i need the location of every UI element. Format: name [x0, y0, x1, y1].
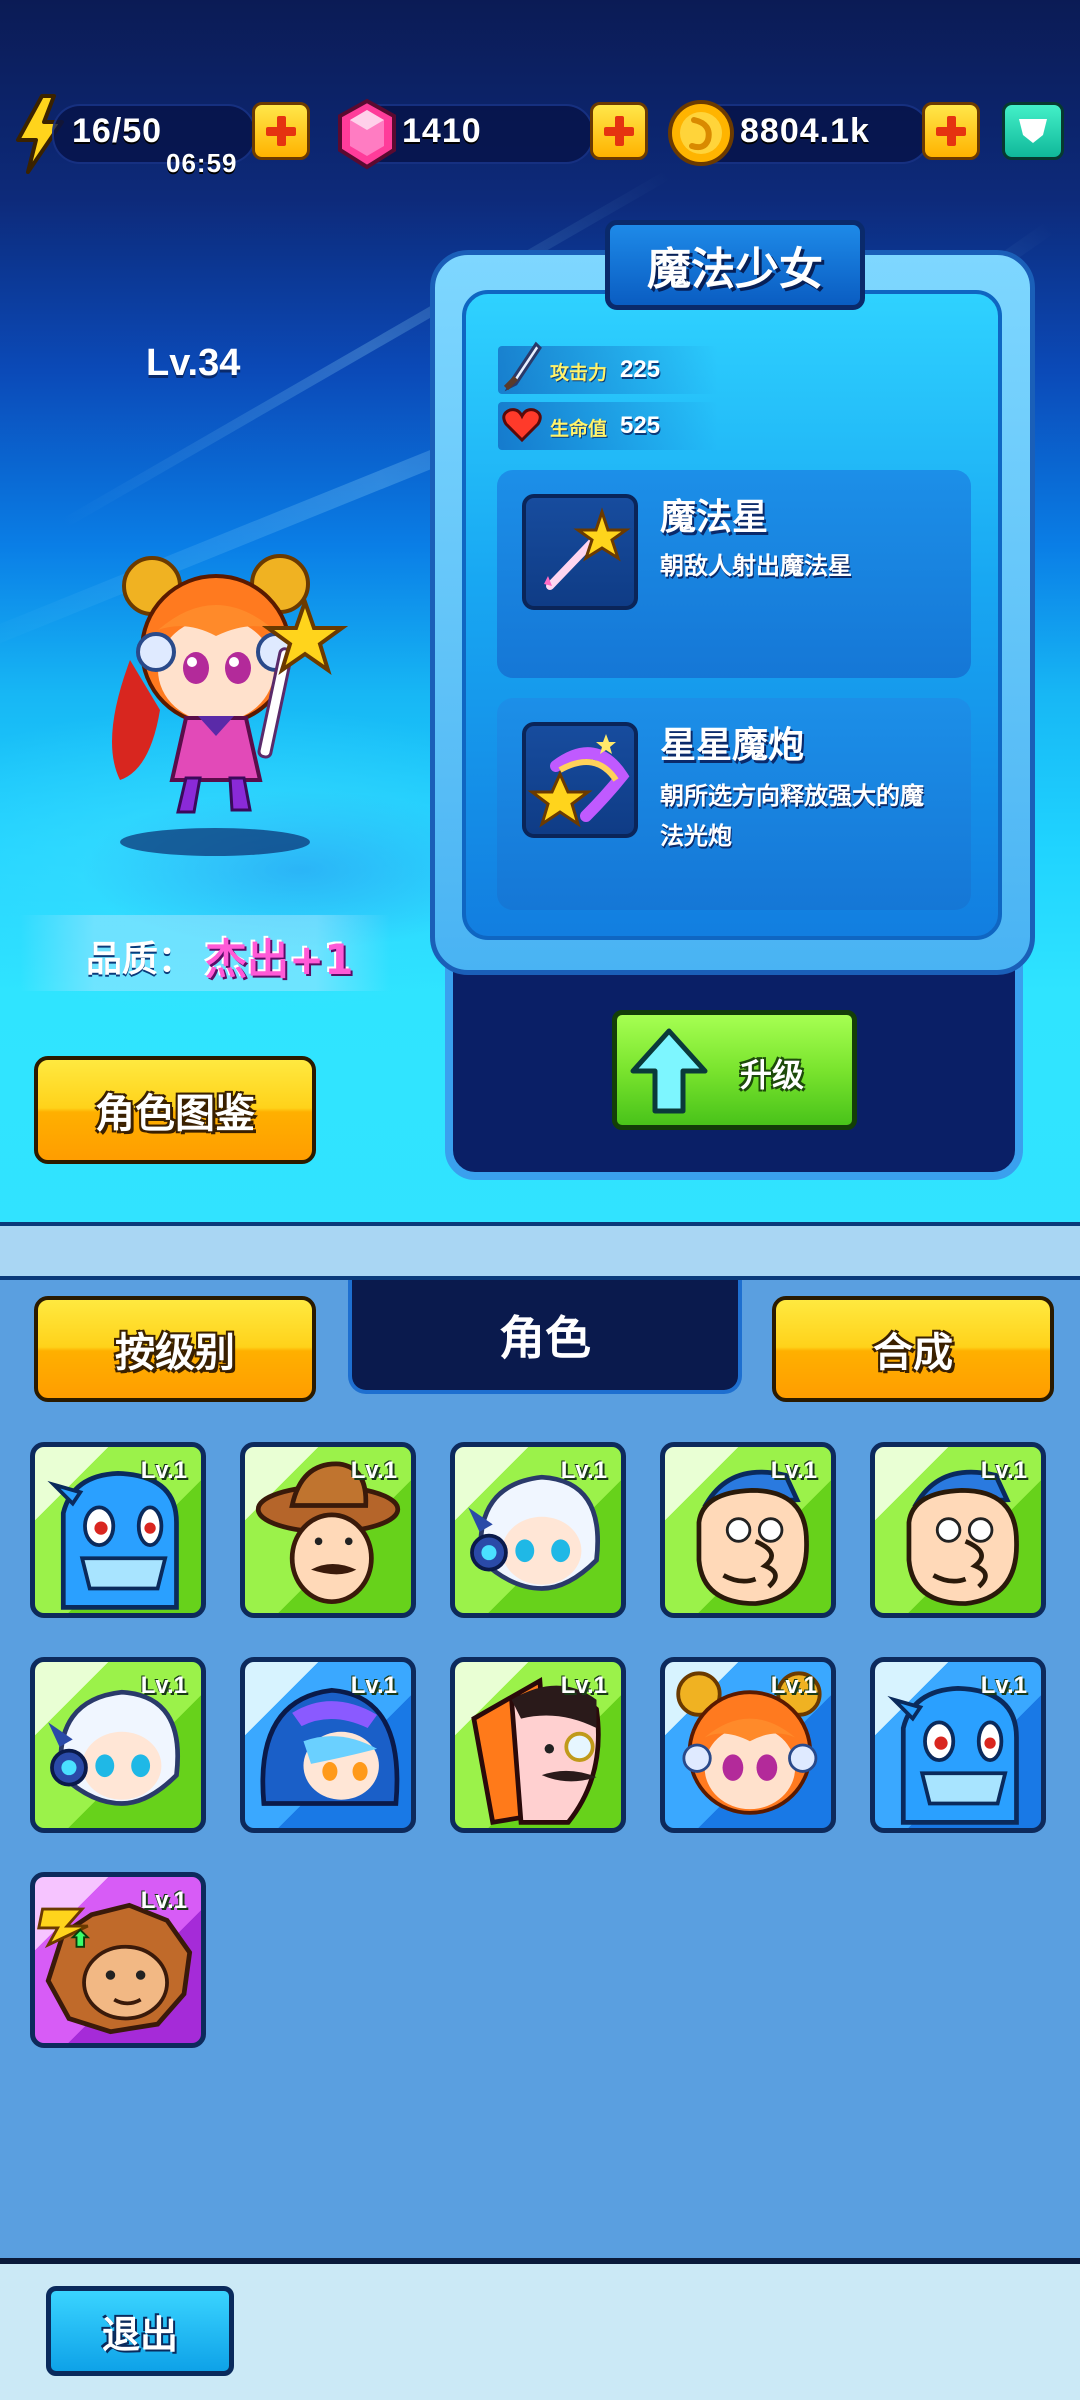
hp-label: 生命值: [550, 418, 608, 440]
star-cannon-icon: [522, 722, 638, 838]
card-level-label: Lv.1: [770, 1457, 817, 1484]
character-card-villain-monocle[interactable]: Lv.1: [450, 1657, 626, 1833]
upgrade-button[interactable]: [612, 1010, 857, 1130]
card-level-label: Lv.1: [560, 1457, 607, 1484]
heart-icon: [502, 406, 542, 444]
character-card-magic-girl[interactable]: Lv.1: [660, 1657, 836, 1833]
skill-1-desc: 朝敌人射出魔法星: [660, 552, 852, 580]
character-name: 魔法少女: [647, 244, 823, 295]
magic-wand-star-icon: [522, 494, 638, 610]
add-coins-button[interactable]: [922, 102, 980, 160]
character-card-white-haired-headset-hero[interactable]: Lv.1: [30, 1657, 206, 1833]
gem-icon: [336, 98, 398, 170]
skill-2-desc-line1: 朝所选方向释放强大的魔: [660, 782, 924, 810]
upgrade-label: 升级: [740, 1056, 805, 1094]
coin-icon: [666, 98, 736, 168]
card-level-label: Lv.1: [140, 1672, 187, 1699]
add-gems-button[interactable]: [590, 102, 648, 160]
merge-button[interactable]: 合成: [772, 1296, 1054, 1402]
energy-value: 16/50: [72, 112, 163, 150]
tab-characters[interactable]: 角色: [348, 1280, 742, 1394]
skill-2-name: 星星魔炮: [660, 725, 805, 766]
card-level-label: Lv.1: [140, 1457, 187, 1484]
tab-characters-label: 角色: [499, 1311, 591, 1365]
character-card-cowboy[interactable]: Lv.1: [240, 1442, 416, 1618]
section-divider: [0, 1222, 1080, 1280]
card-level-label: Lv.1: [560, 1672, 607, 1699]
character-card-blue-hooded-girl[interactable]: Lv.1: [240, 1657, 416, 1833]
card-level-label: Lv.1: [140, 1887, 187, 1914]
exit-button[interactable]: 退出: [46, 2286, 234, 2376]
sort-by-level-button[interactable]: 按级别: [34, 1296, 316, 1402]
arrow-up-icon: [630, 1028, 708, 1114]
shield-icon: [1019, 119, 1047, 143]
skill-2-desc-line2: 法光炮: [660, 822, 732, 850]
card-level-label: Lv.1: [350, 1457, 397, 1484]
quality-value: 杰出+1: [205, 935, 354, 984]
hp-value: 525: [620, 412, 661, 439]
card-level-label: Lv.1: [350, 1672, 397, 1699]
card-level-label: Lv.1: [980, 1457, 1027, 1484]
hero-codex-label: 角色图鉴: [95, 1091, 255, 1137]
card-level-label: Lv.1: [980, 1672, 1027, 1699]
coin-value: 8804.1k: [740, 112, 870, 150]
attack-label: 攻击力: [550, 362, 608, 384]
sort-by-level-label: 按级别: [115, 1330, 235, 1376]
character-card-cap-man[interactable]: Lv.1: [870, 1442, 1046, 1618]
card-level-label: Lv.1: [770, 1672, 817, 1699]
character-card-cap-man[interactable]: Lv.1: [660, 1442, 836, 1618]
hero-level: Lv.34: [146, 342, 241, 384]
attack-value: 225: [620, 356, 661, 383]
character-card-white-haired-headset-hero[interactable]: Lv.1: [450, 1442, 626, 1618]
add-energy-button[interactable]: [252, 102, 310, 160]
merge-label: 合成: [873, 1330, 953, 1376]
shop-shield-button[interactable]: [1002, 102, 1064, 160]
quality-label: 品质：: [86, 939, 195, 980]
hero-codex-button[interactable]: 角色图鉴: [34, 1056, 316, 1164]
exit-label: 退出: [101, 2312, 178, 2357]
energy-timer: 06:59: [166, 148, 238, 178]
character-name-tab: 魔法少女: [605, 220, 865, 310]
character-card-lion-monkey[interactable]: Lv.1: [30, 1872, 206, 2048]
character-card-blue-fish-monster[interactable]: Lv.1: [30, 1442, 206, 1618]
gem-value: 1410: [402, 112, 482, 150]
sword-icon: [500, 340, 544, 394]
character-card-blue-fish-monster[interactable]: Lv.1: [870, 1657, 1046, 1833]
skill-1-name: 魔法星: [660, 497, 769, 538]
magic-girl-character: [90, 540, 380, 860]
